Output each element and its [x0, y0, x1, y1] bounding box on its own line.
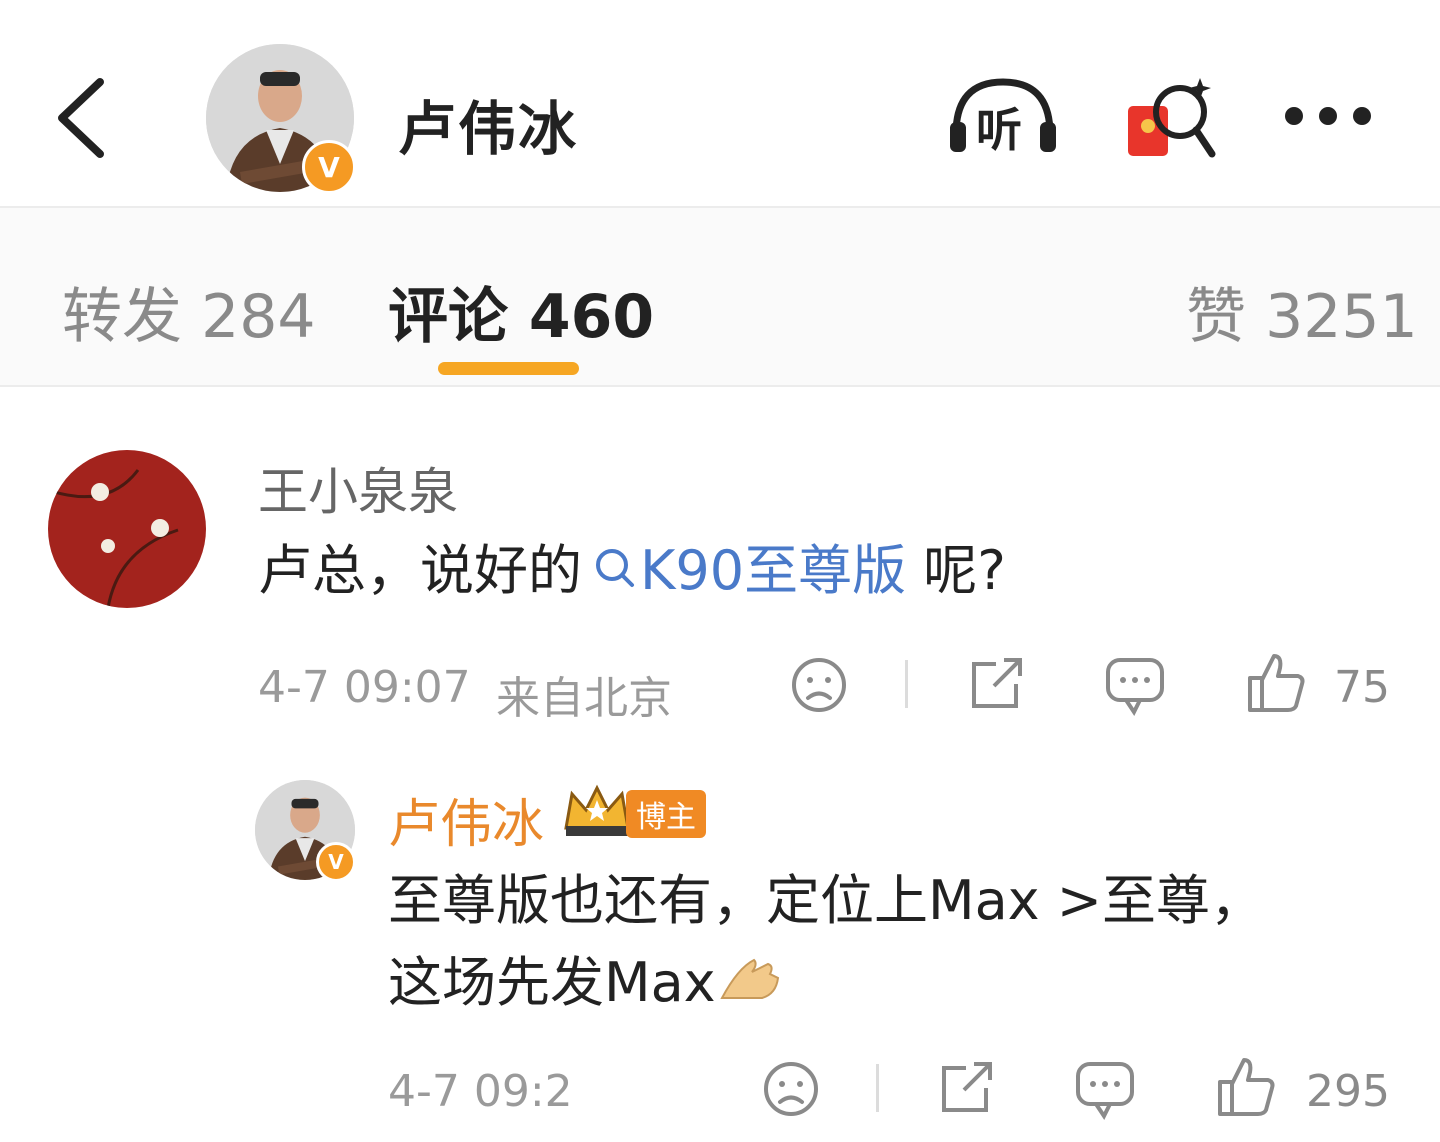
share-icon[interactable] — [966, 656, 1026, 712]
comment-icon[interactable] — [1104, 656, 1166, 716]
comment-location: 来自北京 — [496, 673, 672, 724]
verified-badge-icon: V — [302, 140, 356, 194]
pinch-hands-emoji-icon — [718, 945, 782, 1027]
reply-author[interactable]: 卢伟冰 — [388, 782, 544, 857]
reply-text-line-2-label: 这场先发Max — [388, 951, 716, 1014]
thumbs-up-icon[interactable] — [1246, 652, 1306, 714]
tab-reposts[interactable]: 转发 284 — [62, 268, 316, 355]
divider — [0, 385, 1440, 387]
share-icon[interactable] — [936, 1060, 996, 1116]
listen-label: 听 — [976, 103, 1022, 157]
avatar[interactable] — [48, 450, 206, 608]
comment-author[interactable]: 王小泉泉 — [258, 452, 458, 524]
verified-badge-icon: V — [316, 842, 356, 882]
tab-comments[interactable]: 评论 460 — [388, 268, 654, 355]
crown-icon — [562, 782, 632, 838]
comment-text-suffix: 呢? — [906, 539, 1006, 602]
page-title: 卢伟冰 — [398, 95, 579, 163]
back-icon[interactable] — [52, 76, 112, 160]
thumbs-up-icon[interactable] — [1216, 1056, 1276, 1118]
tab-likes[interactable]: 赞 3251 — [1186, 268, 1418, 355]
like-count: 295 — [1306, 1066, 1390, 1117]
comment-icon[interactable] — [1074, 1060, 1136, 1120]
more-icon[interactable] — [1282, 104, 1376, 128]
host-badge: 博主 — [626, 790, 706, 838]
topic-label: K90至尊版 — [640, 539, 907, 602]
like-count: 75 — [1334, 662, 1390, 713]
dislike-face-icon[interactable] — [762, 1060, 820, 1118]
topic-link[interactable]: K90至尊版 — [582, 539, 906, 602]
search-icon — [592, 530, 636, 612]
comment-text-prefix: 卢总，说好的 — [258, 539, 582, 602]
dislike-face-icon[interactable] — [790, 656, 848, 714]
red-packet-search-icon[interactable] — [1124, 74, 1218, 164]
divider — [905, 660, 908, 708]
reply-time: 4-7 09:2 — [388, 1066, 573, 1117]
reply-text-line-1: 至尊版也还有，定位上Max >至尊， — [388, 869, 1265, 932]
comment-time: 4-7 09:07 — [258, 662, 471, 713]
divider — [876, 1064, 879, 1112]
comment-text: 卢总，说好的 K90至尊版 呢? — [258, 530, 1006, 618]
tab-indicator — [438, 362, 579, 375]
reply-text-line-2: 这场先发Max — [388, 942, 782, 1027]
